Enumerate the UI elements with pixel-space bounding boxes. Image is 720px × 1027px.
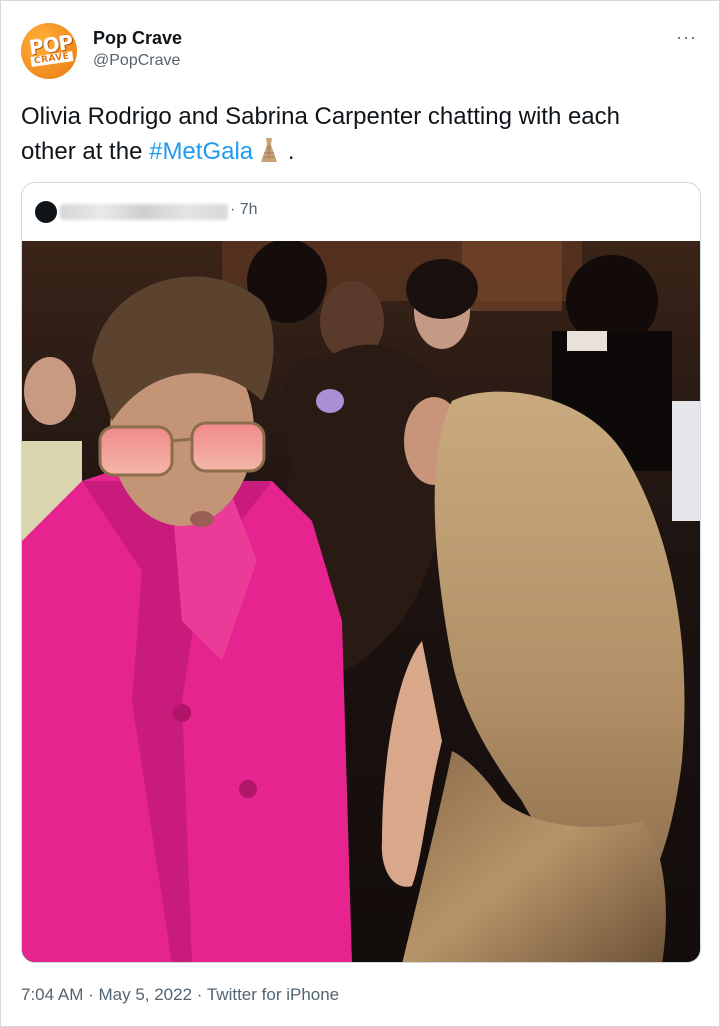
author-display-name[interactable]: Pop Crave xyxy=(93,28,182,49)
quoted-author-name-redacted xyxy=(60,204,228,220)
quoted-author-avatar[interactable] xyxy=(35,201,57,223)
footer-separator: · xyxy=(192,985,207,1004)
footer-separator: · xyxy=(83,985,99,1004)
tweet-text: Olivia Rodrigo and Sabrina Carpenter cha… xyxy=(21,99,681,169)
more-options-icon[interactable]: ··· xyxy=(676,27,697,48)
author-avatar[interactable]: POP CRAVE xyxy=(21,23,77,79)
photo-illustration xyxy=(22,241,700,962)
tweet-timestamp[interactable]: 7:04 AM · May 5, 2022 · Twitter for iPho… xyxy=(21,985,339,1005)
tweet-source: Twitter for iPhone xyxy=(206,985,340,1004)
gown-emoji-icon xyxy=(261,138,278,162)
quoted-tweet-time[interactable]: · 7h xyxy=(230,201,258,219)
tweet-text-end: . xyxy=(281,138,295,165)
tweet-time[interactable]: 7:04 AM xyxy=(21,985,83,1004)
tweet-text-body: Olivia Rodrigo and Sabrina Carpenter cha… xyxy=(21,103,621,165)
tweet-card: POP CRAVE Pop Crave @PopCrave ··· Olivia… xyxy=(0,0,720,1027)
quoted-tweet[interactable]: · 7h xyxy=(21,182,701,963)
hashtag-link[interactable]: #MetGala xyxy=(149,138,253,165)
author-handle[interactable]: @PopCrave xyxy=(93,52,180,70)
tweet-photo[interactable] xyxy=(22,241,700,962)
tweet-date[interactable]: May 5, 2022 xyxy=(98,985,192,1004)
